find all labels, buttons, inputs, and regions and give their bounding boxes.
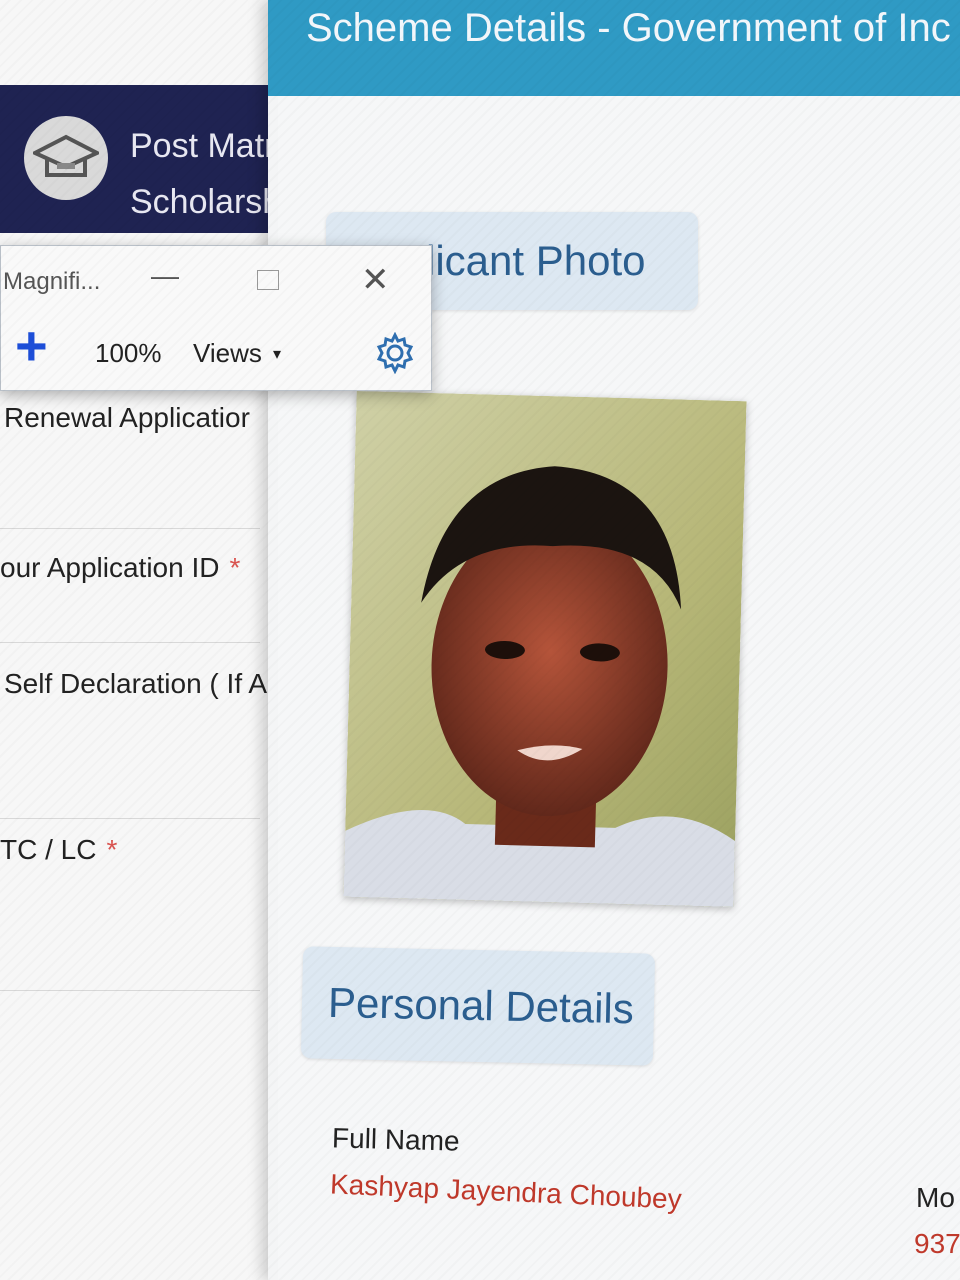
applicant-photo [343,390,747,908]
portal-title: Post Matr Scholarsh [130,118,270,230]
divider [0,818,260,819]
magnifier-title: Magnifi... [3,268,101,295]
divider [0,990,260,991]
tc-lc-label-text: TC / LC [0,834,97,865]
mobile-label: Mo [916,1182,955,1213]
close-button[interactable]: ✕ [361,260,390,300]
scholarship-form-window: Post Matr Scholarsh Renewal Applicatior … [0,0,300,1280]
full-name-label: Full Name [331,1122,460,1157]
gear-icon[interactable] [374,331,416,379]
personal-details-heading-text: Personal Details [327,978,635,1033]
maximize-button[interactable] [257,270,279,290]
application-id-label: our Application ID * [0,552,240,584]
views-dropdown[interactable]: Views [193,338,262,369]
zoom-in-button[interactable]: + [15,318,48,374]
magnifier-window[interactable]: Magnifi... — ✕ + 100% Views ▾ [0,245,432,391]
graduation-cap-icon [24,116,108,200]
page-title: Scheme Details - Government of Inc [306,6,951,50]
required-mark: * [229,552,241,583]
renewal-application-label: Renewal Applicatior [4,402,250,433]
application-id-label-text: our Application ID [0,552,220,583]
self-declaration-label: Self Declaration ( If A [4,668,268,699]
portal-title-line1: Post Matr [130,127,270,165]
divider [0,642,260,643]
personal-details-heading: Personal Details [300,946,656,1066]
minimize-button[interactable]: — [151,260,179,292]
required-mark: * [106,834,118,865]
chevron-down-icon: ▾ [273,346,282,363]
mobile-value: 937 [914,1228,960,1259]
scheme-details-topbar: Scheme Details - Government of Inc [268,0,960,96]
applicant-photo-heading-text: licant Photo [426,237,646,284]
divider [0,528,260,529]
portal-title-line2: Scholarsh [130,183,270,221]
tc-lc-label: TC / LC * [0,834,117,866]
zoom-level: 100% [95,338,162,368]
